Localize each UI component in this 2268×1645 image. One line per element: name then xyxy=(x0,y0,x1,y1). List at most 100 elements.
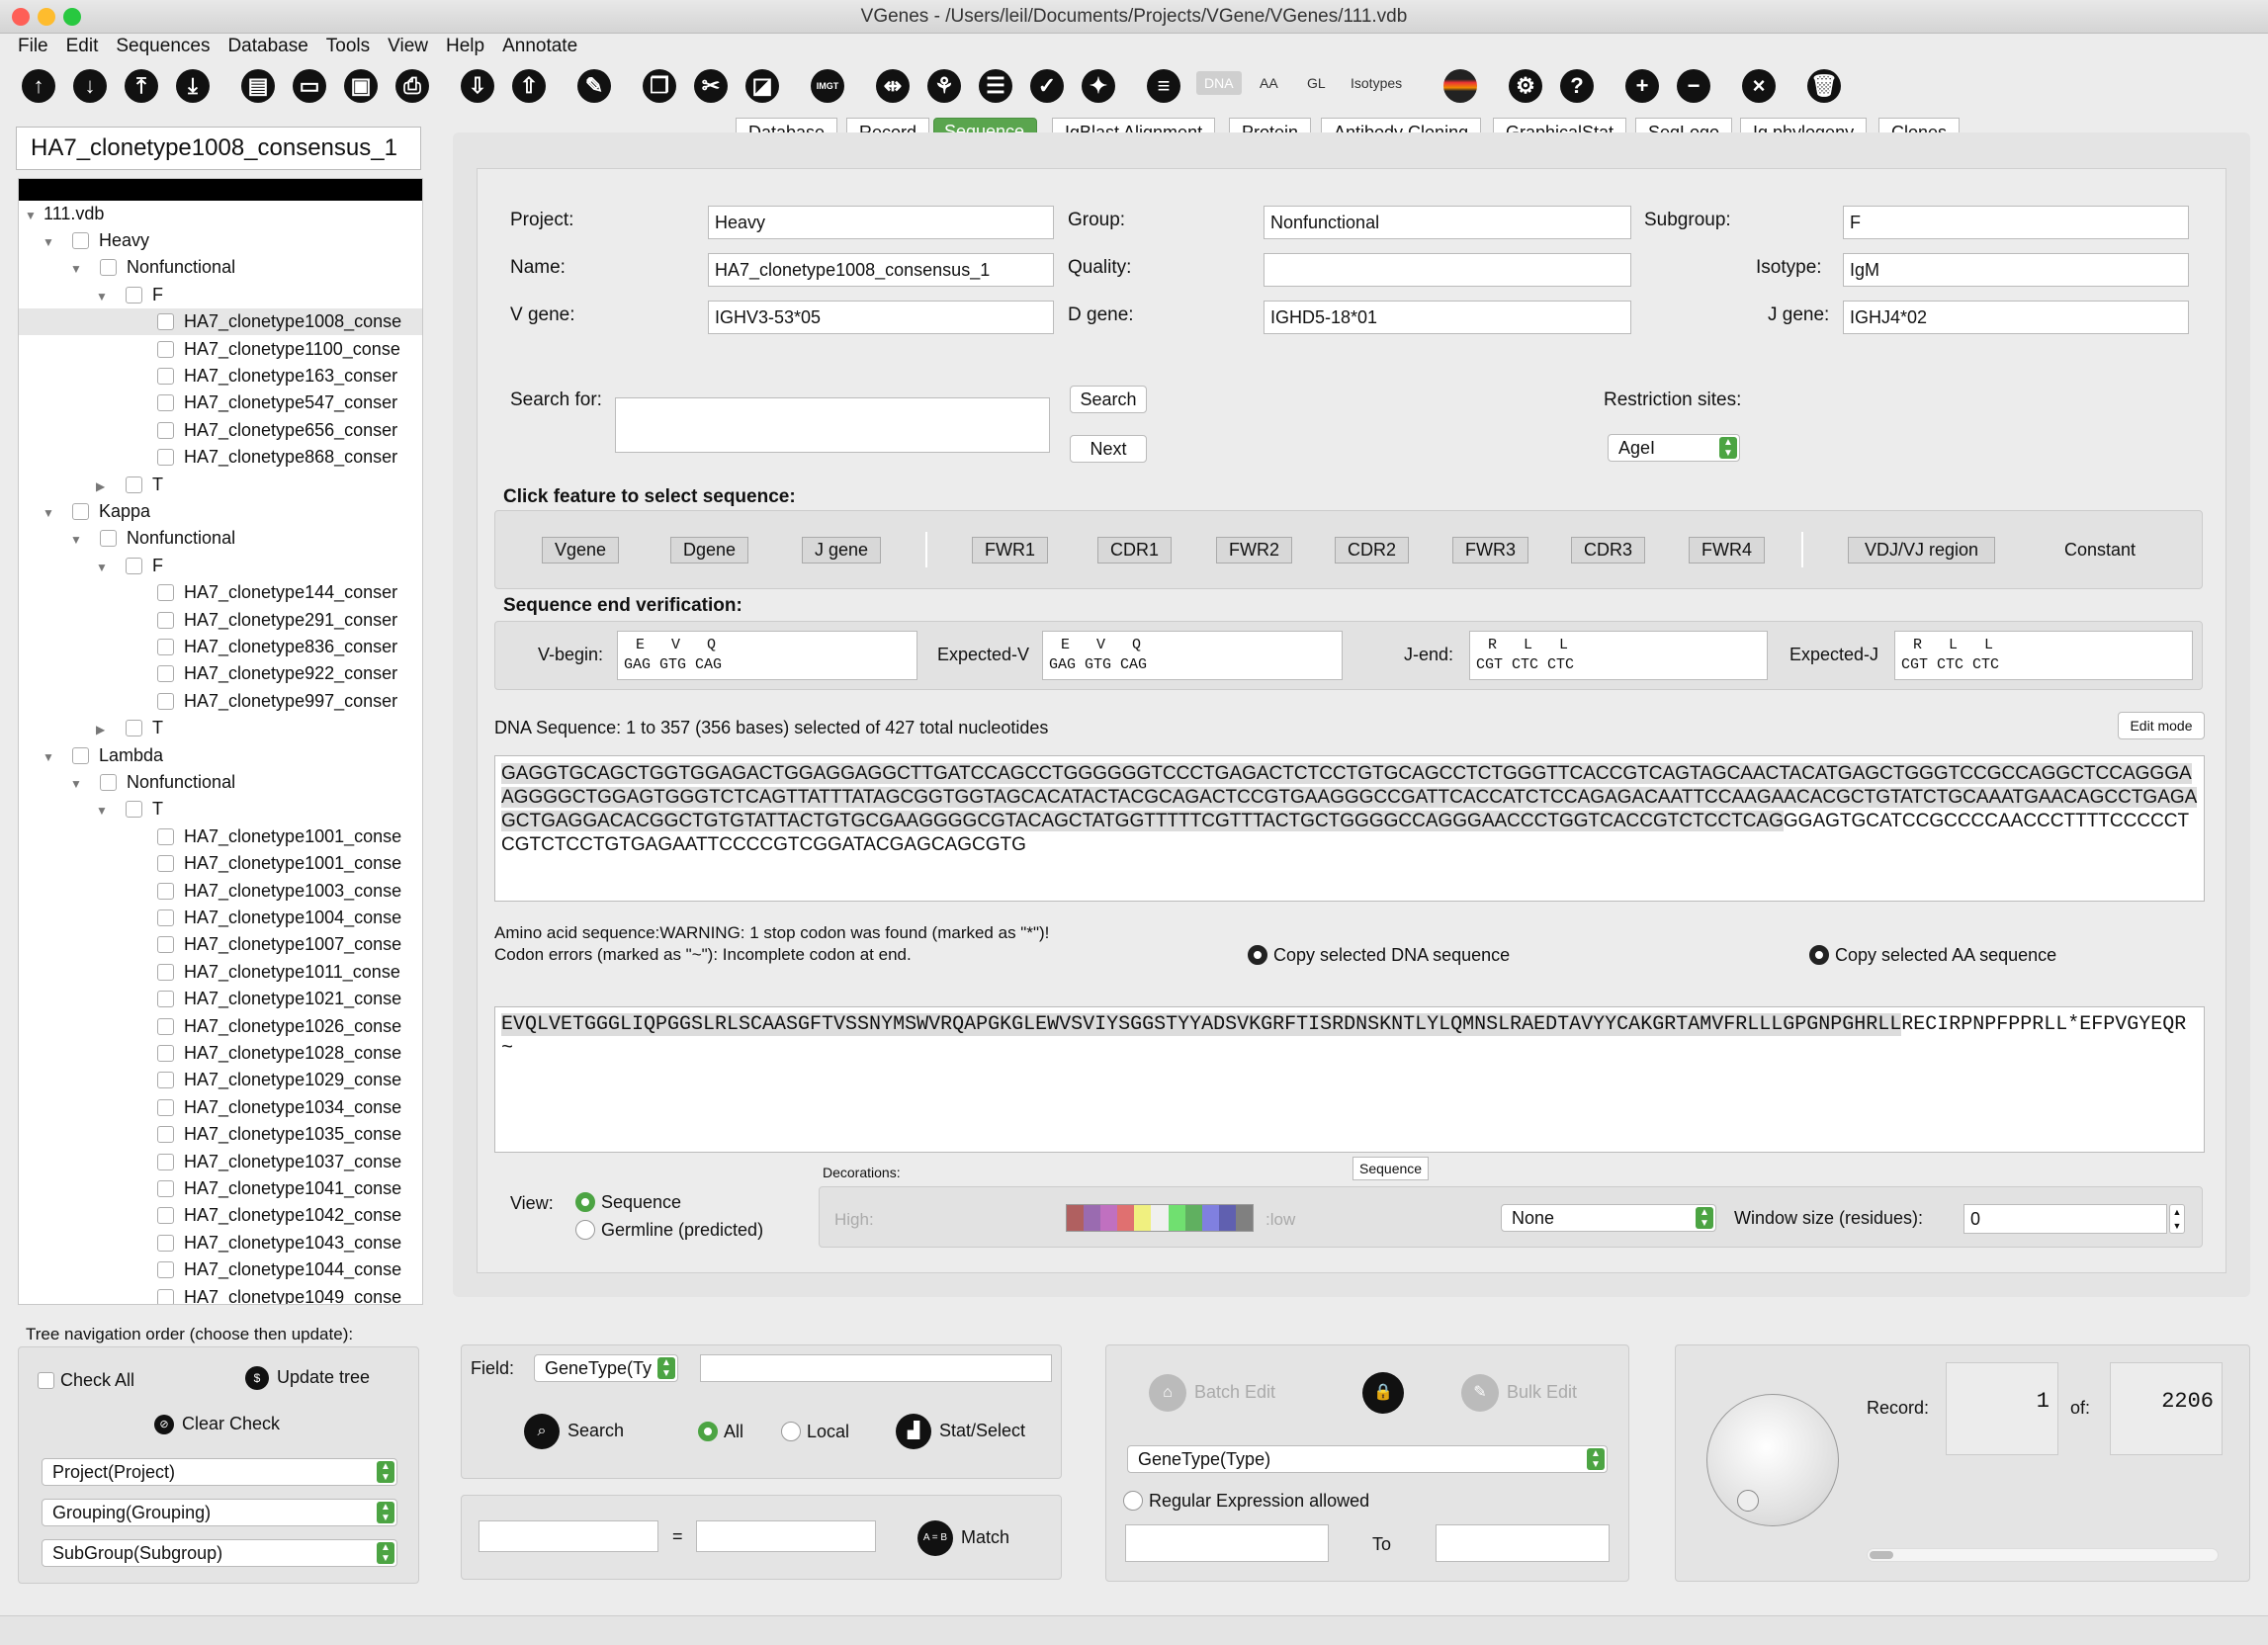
tree-node-checkbox[interactable] xyxy=(72,503,89,520)
tree-node-checkbox[interactable] xyxy=(157,1207,174,1225)
chevron-right-icon[interactable]: ▶ xyxy=(96,474,110,500)
arrow-top-icon[interactable]: ⤒ xyxy=(125,69,158,103)
tree-node[interactable]: ▼ Nonfunctional xyxy=(19,769,422,796)
project-field[interactable]: Heavy xyxy=(708,206,1054,239)
chevron-down-icon[interactable]: ▼ xyxy=(43,744,56,771)
isotype-field[interactable]: IgM xyxy=(1843,253,2189,287)
tree-node[interactable]: HA7_clonetype1026_conse xyxy=(19,1013,422,1040)
dna-sequence-box[interactable]: GAGGTGCAGCTGGTGGAGACTGGAGGAGGCTTGATCCAGC… xyxy=(494,755,2205,902)
tree-node[interactable]: HA7_clonetype1100_conse xyxy=(19,336,422,363)
copy-aa-option[interactable]: Copy selected AA sequence xyxy=(1809,945,2056,966)
tree-node-checkbox[interactable] xyxy=(157,963,174,981)
tree-node-checkbox[interactable] xyxy=(100,530,117,548)
tree-node[interactable]: ▼ Heavy xyxy=(19,227,422,254)
batch-edit-button[interactable]: ⌂ Batch Edit xyxy=(1149,1374,1275,1412)
chevron-down-icon[interactable]: ▼ xyxy=(96,284,110,310)
scope-local-radio[interactable] xyxy=(781,1422,801,1441)
tree-node-checkbox[interactable] xyxy=(157,1234,174,1252)
tree-node-checkbox[interactable] xyxy=(157,340,174,358)
quality-field[interactable] xyxy=(1264,253,1631,287)
edit-pencil-icon[interactable]: ✎ xyxy=(577,69,611,103)
tree-node-checkbox[interactable] xyxy=(157,368,174,385)
remove-icon[interactable]: − xyxy=(1677,69,1710,103)
feature-constant[interactable]: Constant xyxy=(2064,540,2136,561)
nav-select-1[interactable]: Project(Project) ▲ ▼ xyxy=(42,1458,397,1486)
search-button[interactable]: Search xyxy=(1070,386,1147,413)
print-icon[interactable]: ⎙ xyxy=(395,69,429,103)
feature-fwr3[interactable]: FWR3 xyxy=(1452,537,1528,563)
tree-node-checkbox[interactable] xyxy=(126,720,142,737)
scope-local-option[interactable]: Local xyxy=(781,1422,849,1442)
help-icon[interactable]: ? xyxy=(1560,69,1594,103)
copy-aa-radio[interactable] xyxy=(1809,945,1829,965)
match-button[interactable]: A = B Match xyxy=(917,1520,1009,1556)
field-select[interactable]: GeneType(Ty ▲ ▼ xyxy=(534,1354,678,1382)
tree-node-checkbox[interactable] xyxy=(157,1045,174,1062)
tree-node[interactable]: HA7_clonetype1021_conse xyxy=(19,986,422,1012)
dgene-field[interactable]: IGHD5-18*01 xyxy=(1264,301,1631,334)
record-slider-handle[interactable] xyxy=(1870,1551,1893,1559)
tree-node[interactable]: HA7_clonetype1028_conse xyxy=(19,1040,422,1067)
alignment-icon[interactable]: ⇹ xyxy=(876,69,910,103)
chevron-down-icon[interactable]: ▼ xyxy=(96,555,110,581)
tree-node[interactable]: HA7_clonetype1001_conse xyxy=(19,823,422,850)
view-germline-option[interactable]: Germline (predicted) xyxy=(575,1220,763,1241)
chevron-down-icon[interactable]: ▼ xyxy=(96,798,110,824)
view-germline-radio[interactable] xyxy=(575,1220,595,1240)
gear-icon[interactable]: ⚙ xyxy=(1509,69,1542,103)
feature-vgene[interactable]: Vgene xyxy=(542,537,620,563)
feature-dgene[interactable]: Dgene xyxy=(670,537,749,563)
color-scheme-icon[interactable] xyxy=(1443,69,1477,103)
tree-node-checkbox[interactable] xyxy=(157,584,174,602)
add-icon[interactable]: + xyxy=(1625,69,1659,103)
menu-tools[interactable]: Tools xyxy=(326,34,370,59)
check-icon[interactable]: ✓ xyxy=(1030,69,1064,103)
paste-icon[interactable]: ◪ xyxy=(745,69,779,103)
tree-node[interactable]: HA7_clonetype1029_conse xyxy=(19,1067,422,1093)
tree-node[interactable]: HA7_clonetype922_conser xyxy=(19,660,422,687)
nav-select-3[interactable]: SubGroup(Subgroup) ▲ ▼ xyxy=(42,1539,397,1567)
tree-node[interactable]: HA7_clonetype1043_conse xyxy=(19,1230,422,1256)
copy-dna-option[interactable]: Copy selected DNA sequence xyxy=(1248,945,1510,966)
import-icon[interactable]: ⇩ xyxy=(461,69,494,103)
tree-node-checkbox[interactable] xyxy=(157,827,174,845)
tree-node-checkbox[interactable] xyxy=(157,1126,174,1144)
arrow-bottom-icon[interactable]: ⤓ xyxy=(176,69,210,103)
group-field[interactable]: Nonfunctional xyxy=(1264,206,1631,239)
lines-icon[interactable]: ≡ xyxy=(1147,69,1180,103)
tree-node[interactable]: HA7_clonetype1011_conse xyxy=(19,959,422,986)
close-icon[interactable]: × xyxy=(1742,69,1776,103)
dna-toggle[interactable]: DNA xyxy=(1196,71,1242,95)
batch-field-select[interactable]: GeneType(Type) ▲ ▼ xyxy=(1127,1445,1608,1473)
new-file-icon[interactable]: ▤ xyxy=(241,69,275,103)
tree-node-checkbox[interactable] xyxy=(157,936,174,954)
open-folder-icon[interactable]: ▭ xyxy=(293,69,326,103)
tree-node[interactable]: HA7_clonetype1044_conse xyxy=(19,1256,422,1283)
tree-node[interactable]: ▶ T xyxy=(19,472,422,498)
chevron-down-icon[interactable]: ▼ xyxy=(70,256,84,283)
chevron-right-icon[interactable]: ▶ xyxy=(96,717,110,743)
feature-jgene[interactable]: J gene xyxy=(802,537,882,563)
batch-to-input[interactable] xyxy=(1436,1524,1610,1562)
tree-node[interactable]: HA7_clonetype1007_conse xyxy=(19,931,422,958)
tree-node-checkbox[interactable] xyxy=(157,449,174,467)
tree-node-checkbox[interactable] xyxy=(126,801,142,819)
tree-node-checkbox[interactable] xyxy=(157,1261,174,1279)
record-slider[interactable] xyxy=(1867,1548,2219,1562)
update-tree-button[interactable]: $ Update tree xyxy=(245,1366,370,1390)
copy-icon[interactable]: ❐ xyxy=(643,69,676,103)
tree-node[interactable]: HA7_clonetype836_conser xyxy=(19,634,422,660)
feature-cdr1[interactable]: CDR1 xyxy=(1097,537,1173,563)
tree-node[interactable]: ▼ F xyxy=(19,282,422,308)
feature-cdr2[interactable]: CDR2 xyxy=(1335,537,1410,563)
scope-all-radio[interactable] xyxy=(698,1422,718,1441)
window-size-stepper[interactable]: ▲ ▼ xyxy=(2169,1204,2185,1234)
tree-node-checkbox[interactable] xyxy=(157,991,174,1008)
feature-fwr1[interactable]: FWR1 xyxy=(972,537,1048,563)
tree-root[interactable]: ▼ 111.vdb xyxy=(25,201,104,227)
chevron-down-icon[interactable]: ▼ xyxy=(70,527,84,554)
tree-node[interactable]: ▼ Nonfunctional xyxy=(19,525,422,552)
tree-node-checkbox[interactable] xyxy=(157,313,174,331)
menu-file[interactable]: File xyxy=(18,34,48,59)
arrow-up-icon[interactable]: ↑ xyxy=(22,69,55,103)
